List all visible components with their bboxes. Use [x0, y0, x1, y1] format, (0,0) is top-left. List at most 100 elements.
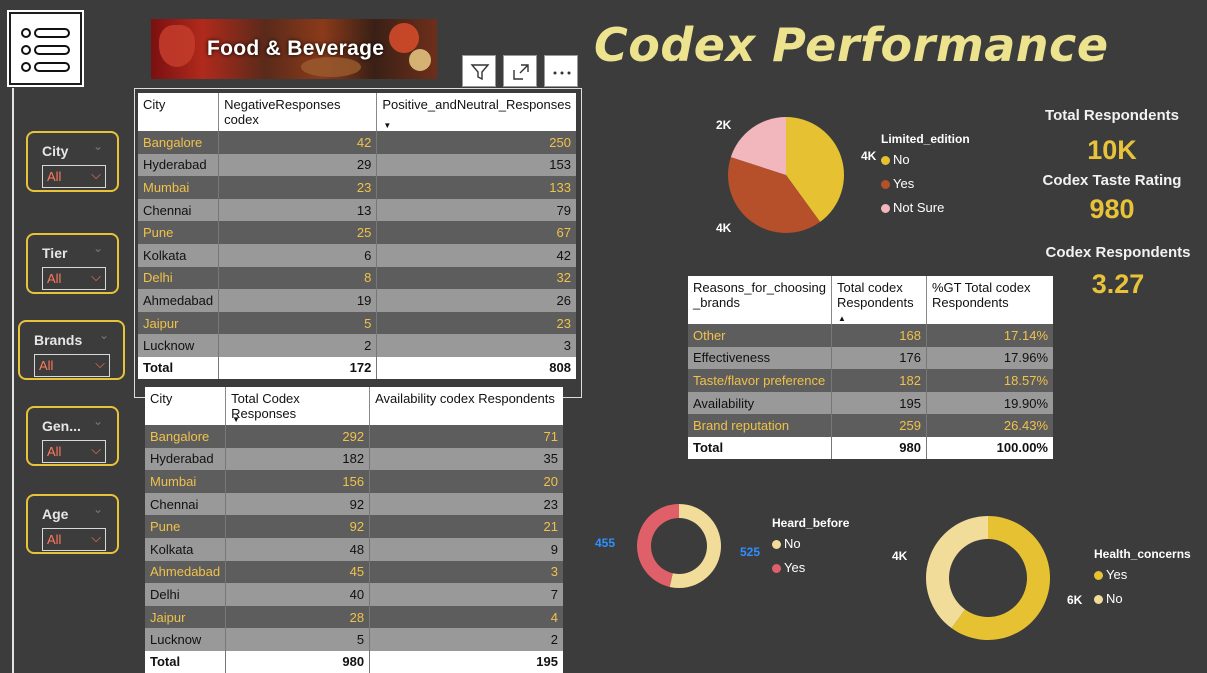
column-header[interactable]: City: [145, 387, 227, 425]
table-cell: Jaipur: [138, 311, 220, 335]
pie-slice[interactable]: [926, 516, 988, 629]
table-row[interactable]: Mumbai 156 20: [145, 470, 563, 493]
table-total-row: Total 172 808: [138, 356, 576, 379]
table-row[interactable]: Chennai 92 23: [145, 492, 563, 516]
table-cell: 3: [376, 334, 576, 357]
slicer-brands[interactable]: Brands ⌄ All ⌵: [18, 320, 125, 380]
slicer-dropdown[interactable]: All ⌵: [42, 165, 106, 188]
slicer-age[interactable]: Age ⌄ All ⌵: [26, 494, 119, 554]
table-cell: 23: [376, 311, 576, 335]
table-row[interactable]: Delhi 8 32: [138, 266, 576, 290]
filter-icon: [470, 64, 490, 81]
legend-item[interactable]: No: [881, 152, 910, 167]
table-row[interactable]: Lucknow 5 2: [145, 628, 563, 651]
table-row[interactable]: Hyderabad 29 153: [138, 153, 576, 177]
table-cell: Hyderabad: [145, 447, 227, 471]
table-row[interactable]: Pune 25 67: [138, 221, 576, 244]
table-row[interactable]: Other 168 17.14%: [688, 324, 1053, 347]
table-cell: 92: [225, 492, 371, 516]
focus-mode-button[interactable]: [503, 55, 537, 87]
menu-button[interactable]: [7, 10, 84, 87]
column-header[interactable]: %GT Total codex Respondents: [926, 276, 1053, 324]
column-header-label: Total codex Respondents: [836, 280, 914, 310]
focus-mode-icon: [513, 64, 529, 80]
legend-item[interactable]: Yes: [1094, 567, 1127, 582]
legend-label: Yes: [893, 176, 915, 191]
table-cell: 25: [218, 221, 378, 244]
legend-item[interactable]: Yes: [772, 560, 805, 575]
table-row[interactable]: Effectiveness 176 17.96%: [688, 346, 1053, 370]
table-cell: 7: [369, 583, 563, 606]
table-cell: 195: [831, 391, 927, 415]
legend-item[interactable]: Not Sure: [881, 200, 944, 215]
table-row[interactable]: Kolkata 6 42: [138, 243, 576, 267]
table-cell: 9: [369, 537, 563, 561]
slicer-gender[interactable]: Gen... ⌄ All ⌵: [26, 406, 119, 466]
slicer-value: All: [47, 271, 62, 286]
slicer-city[interactable]: City ⌄ All ⌵: [26, 131, 119, 192]
health-concerns-donut-chart[interactable]: 6K 4K: [880, 510, 1100, 645]
table-row[interactable]: Taste/flavor preference 182 18.57%: [688, 369, 1053, 392]
column-header[interactable]: City: [138, 93, 220, 131]
table-row[interactable]: Ahmedabad 19 26: [138, 289, 576, 312]
table-city-availability: City Total Codex Responses ▼ Availability…: [145, 387, 563, 673]
data-label: 6K: [1067, 593, 1083, 607]
table-row[interactable]: Brand reputation 259 26.43%: [688, 414, 1053, 437]
slicer-dropdown[interactable]: All ⌵: [42, 267, 106, 290]
limited-edition-pie-chart[interactable]: 4K 4K 2K: [700, 108, 880, 243]
chevron-down-icon: ⌵: [95, 356, 105, 371]
table-cell: Kolkata: [138, 243, 220, 267]
slicer-label: Age: [42, 506, 69, 522]
table-row[interactable]: Pune 92 21: [145, 515, 563, 538]
table-cell: 168: [831, 324, 927, 347]
table-row[interactable]: Availability 195 19.90%: [688, 391, 1053, 415]
legend-item[interactable]: No: [1094, 591, 1123, 606]
column-header[interactable]: Availability codex Respondents: [370, 387, 563, 425]
slicer-dropdown[interactable]: All ⌵: [34, 354, 110, 377]
legend-label: No: [784, 536, 801, 551]
table-cell: 79: [376, 198, 576, 222]
table-row[interactable]: Chennai 13 79: [138, 198, 576, 222]
table-row[interactable]: Hyderabad 182 35: [145, 447, 563, 471]
legend-dot: [1094, 595, 1103, 605]
chevron-down-icon: ⌵: [91, 167, 101, 182]
legend-item[interactable]: No: [772, 536, 801, 551]
table-cell: 23: [218, 176, 378, 199]
column-header[interactable]: Positive_andNeutral_Responses ▼: [377, 93, 576, 131]
filter-button[interactable]: [462, 55, 496, 87]
chevron-down-icon: ⌄: [92, 139, 103, 153]
column-header[interactable]: Total Codex Responses ▼: [225, 387, 371, 425]
slicer-tier[interactable]: Tier ⌄ All ⌵: [26, 233, 119, 294]
table-cell: 133: [376, 176, 576, 199]
table-row[interactable]: Ahmedabad 45 3: [145, 560, 563, 584]
column-header[interactable]: NegativeResponses codex: [218, 93, 378, 131]
table-cell: 17.14%: [926, 324, 1053, 347]
slicer-value: All: [47, 532, 62, 547]
legend-item[interactable]: Yes: [881, 176, 914, 191]
table-cell: 29: [218, 153, 378, 177]
table-cell: 48: [225, 537, 371, 561]
table-cell: 153: [376, 153, 576, 177]
table-cell: 20: [369, 470, 563, 493]
table-cell: 32: [376, 266, 576, 290]
chevron-down-icon: ⌄: [92, 414, 103, 428]
table-row[interactable]: Bangalore 42 250: [138, 131, 576, 154]
table-row[interactable]: Kolkata 48 9: [145, 537, 563, 561]
heard-before-donut-chart[interactable]: 525 455: [590, 500, 770, 595]
slicer-dropdown[interactable]: All ⌵: [42, 528, 106, 551]
table-body: Bangalore 292 71 Hyderabad 182 35 Mumbai 156 20 C…: [145, 425, 563, 673]
table-cell: Delhi: [138, 266, 220, 290]
column-header[interactable]: Reasons_for_choosing _brands: [688, 276, 832, 324]
column-header[interactable]: Total codex Respondents ▲: [831, 276, 927, 324]
table-row[interactable]: Lucknow 2 3: [138, 334, 576, 357]
table-row[interactable]: Jaipur 5 23: [138, 311, 576, 335]
slicer-dropdown[interactable]: All ⌵: [42, 440, 106, 463]
table-row[interactable]: Delhi 40 7: [145, 583, 563, 606]
more-options-button[interactable]: [544, 55, 578, 87]
table-total-cell: 195: [369, 650, 563, 673]
table-cell: Bangalore: [138, 131, 220, 154]
table-row[interactable]: Mumbai 23 133: [138, 176, 576, 199]
chevron-down-icon: ⌵: [91, 442, 101, 457]
table-row[interactable]: Jaipur 28 4: [145, 605, 563, 629]
table-row[interactable]: Bangalore 292 71: [145, 425, 563, 448]
